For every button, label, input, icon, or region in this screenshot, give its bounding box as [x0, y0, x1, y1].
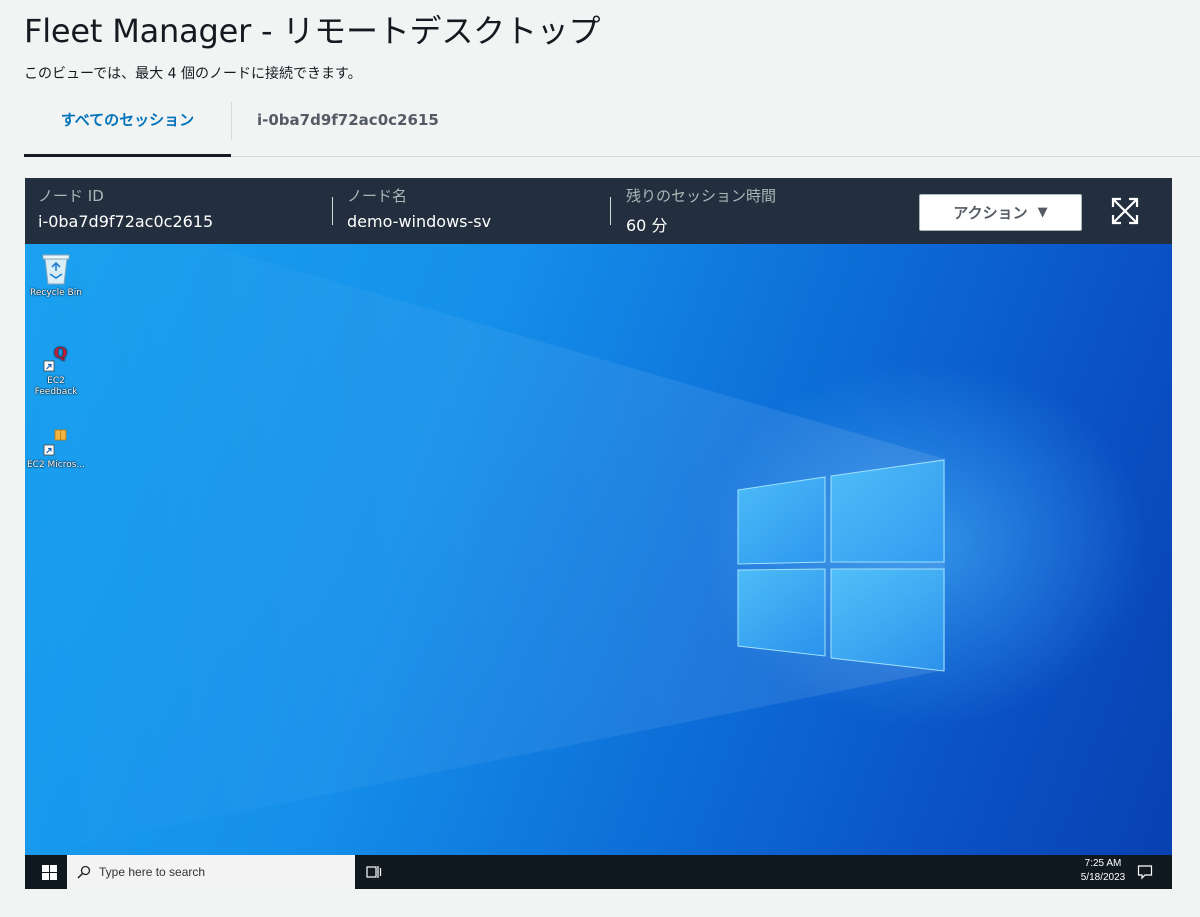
desktop-icon-label: EC2 Feedback [34, 376, 78, 397]
desktop-icon-ec2-microsoft[interactable]: EC2 Micros... [25, 428, 87, 471]
desktop-icon-label: Recycle Bin [30, 288, 82, 298]
remote-desktop-screen[interactable]: Recycle Bin Q EC2 Feedback EC2 Micros... [25, 244, 1172, 855]
node-name-label: ノード名 [347, 187, 408, 205]
page-title: Fleet Manager - リモートデスクトップ [24, 12, 601, 50]
notification-center-icon[interactable] [1137, 864, 1153, 880]
wallpaper-light-beams [25, 244, 945, 855]
svg-text:Q: Q [54, 344, 67, 362]
node-name-value: demo-windows-sv [347, 212, 492, 231]
desktop-icon-label: EC2 Micros... [26, 460, 86, 470]
start-button[interactable] [32, 855, 66, 889]
taskbar-clock[interactable]: 7:25 AM 5/18/2023 [1073, 857, 1133, 885]
page-subtitle: このビューでは、最大 4 個のノードに接続できます。 [24, 66, 362, 82]
node-id-value: i-0ba7d9f72ac0c2615 [38, 212, 214, 231]
recycle-bin-icon [42, 254, 70, 285]
remaining-time-label: 残りのセッション時間 [626, 187, 777, 205]
node-name-info: ノード名 demo-windows-sv [347, 185, 491, 231]
windows-logo-icon [41, 864, 57, 880]
remote-session-panel: ノード ID i-0ba7d9f72ac0c2615 ノード名 demo-win… [25, 178, 1172, 889]
task-view-icon[interactable] [365, 863, 383, 881]
tab-node-session[interactable]: i-0ba7d9f72ac0c2615 [257, 96, 439, 154]
fullscreen-expand-icon[interactable] [1111, 197, 1139, 225]
remaining-time-info: 残りのセッション時間 60 分 [626, 185, 776, 236]
node-id-info: ノード ID i-0ba7d9f72ac0c2615 [38, 185, 213, 231]
search-icon [77, 865, 91, 879]
taskbar-search-box[interactable]: Type here to search [67, 855, 355, 889]
session-header: ノード ID i-0ba7d9f72ac0c2615 ノード名 demo-win… [25, 178, 1172, 244]
caret-down-icon: ▼ [1037, 205, 1048, 220]
package-shortcut-icon [43, 429, 67, 456]
actions-label: アクション [953, 204, 1028, 222]
session-tabs: すべてのセッション i-0ba7d9f72ac0c2615 [24, 96, 1200, 157]
windows-taskbar: Type here to search 7:25 AM 5/18/2023 [25, 855, 1172, 889]
desktop-icon-ec2-feedback[interactable]: Q EC2 Feedback [25, 344, 87, 398]
desktop-icon-recycle-bin[interactable]: Recycle Bin [25, 250, 87, 299]
actions-dropdown-button[interactable]: アクション ▼ [919, 194, 1082, 231]
node-id-label: ノード ID [38, 187, 104, 205]
tab-all-sessions[interactable]: すべてのセッション [24, 96, 231, 157]
feedback-shortcut-icon: Q [43, 344, 67, 372]
tab-divider [231, 102, 232, 140]
remaining-time-value: 60 分 [626, 216, 668, 235]
clock-time: 7:25 AM [1084, 858, 1122, 869]
clock-date: 5/18/2023 [1080, 872, 1126, 883]
search-placeholder: Type here to search [99, 865, 206, 879]
header-divider [332, 197, 333, 225]
header-divider [610, 197, 611, 225]
